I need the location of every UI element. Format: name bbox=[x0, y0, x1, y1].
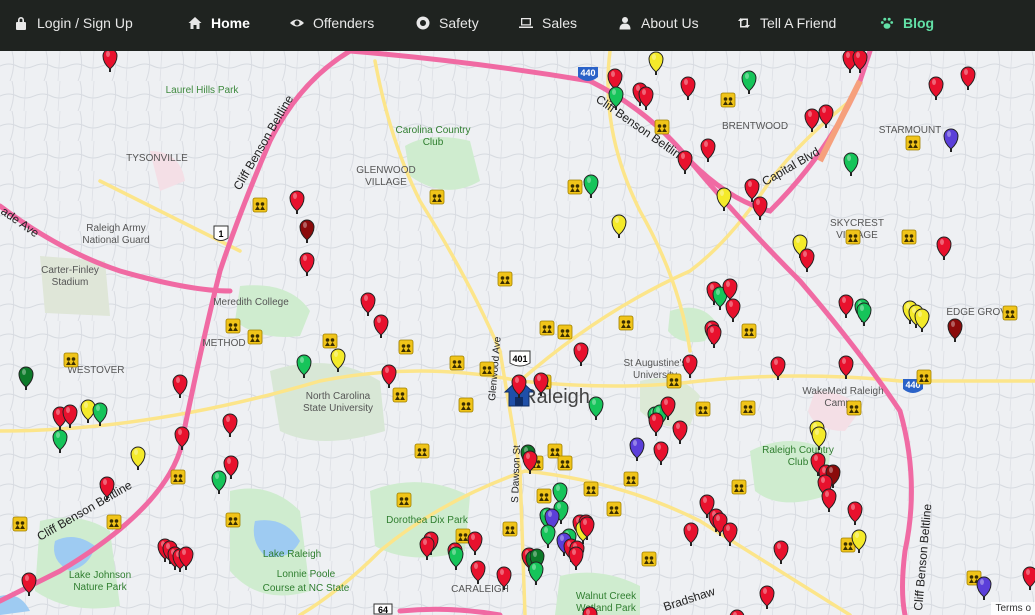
label-skycrest-1: SKYCREST bbox=[830, 218, 884, 229]
label-st-augustine-1: St Augustine's bbox=[623, 358, 686, 369]
nav-safety-label: Safety bbox=[439, 14, 479, 31]
label-carolina-club: Club bbox=[423, 137, 444, 148]
label-carolina-country: Carolina Country bbox=[395, 125, 470, 136]
label-brentwood: BRENTWOOD bbox=[722, 121, 788, 132]
nav-about-us-label: About Us bbox=[641, 14, 699, 31]
nav-blog-label: Blog bbox=[903, 14, 935, 31]
nav-tell-a-friend[interactable]: Tell A Friend bbox=[737, 0, 836, 45]
hwy-440-label-north: 440 bbox=[580, 68, 595, 78]
top-navbar: Login / Sign Up Home Offenders Safety Sa… bbox=[0, 0, 1035, 51]
nav-tell-a-friend-label: Tell A Friend bbox=[760, 14, 837, 31]
label-lonnie-poole-1: Lonnie Poole bbox=[277, 569, 336, 580]
nav-offenders[interactable]: Offenders bbox=[290, 0, 374, 45]
label-lake-johnson-1: Lake Johnson bbox=[69, 570, 131, 581]
nav-sales-label: Sales bbox=[542, 14, 578, 31]
life-ring-icon bbox=[416, 16, 430, 29]
nav-blog[interactable]: Blog bbox=[880, 0, 934, 45]
hwy-401-label: 401 bbox=[512, 354, 527, 364]
label-carter-finley: Carter-Finley bbox=[41, 265, 99, 276]
label-lake-raleigh: Lake Raleigh bbox=[263, 549, 321, 560]
label-ncsu-2: State University bbox=[303, 403, 373, 414]
nav-home-label: Home bbox=[211, 14, 250, 31]
retweet-icon bbox=[738, 17, 750, 28]
label-caraleigh: CARALEIGH bbox=[451, 584, 509, 595]
nav-safety[interactable]: Safety bbox=[416, 0, 479, 45]
hwy-1-label: 1 bbox=[218, 229, 223, 239]
label-tysonville: TYSONVILLE bbox=[126, 153, 188, 164]
label-walnut-creek-1: Walnut Creek bbox=[576, 591, 637, 602]
user-icon bbox=[619, 16, 631, 29]
label-raleigh-city: Raleigh bbox=[522, 386, 590, 408]
label-wakemed-1: WakeMed Raleigh bbox=[802, 386, 883, 397]
label-starmount: STARMOUNT bbox=[879, 125, 942, 136]
map-base[interactable]: 440 440 401 1 64 Laurel Hills Park TYSON… bbox=[0, 51, 1035, 615]
label-meredith-college: Meredith College bbox=[213, 297, 289, 308]
paw-icon bbox=[880, 17, 894, 29]
nav-offenders-label: Offenders bbox=[313, 14, 375, 31]
label-glenwood: GLENWOOD bbox=[356, 165, 415, 176]
label-raleigh-army: Raleigh Army bbox=[86, 223, 145, 234]
home-icon bbox=[188, 16, 202, 29]
label-stadium: Stadium bbox=[52, 277, 89, 288]
label-lake-johnson-2: Nature Park bbox=[73, 582, 127, 593]
nav-login-signup-label: Login / Sign Up bbox=[37, 14, 133, 31]
label-raleigh-country-2: Club bbox=[788, 457, 809, 468]
hwy-64-label: 64 bbox=[378, 605, 388, 615]
label-laurel-hills-park: Laurel Hills Park bbox=[166, 85, 240, 96]
nav-home[interactable]: Home bbox=[188, 0, 250, 45]
label-raleigh-country-1: Raleigh Country bbox=[762, 445, 834, 456]
label-dorothea-dix: Dorothea Dix Park bbox=[386, 515, 469, 526]
nav-about-us[interactable]: About Us bbox=[618, 0, 699, 45]
label-national-guard: National Guard bbox=[82, 235, 149, 246]
laptop-icon bbox=[519, 17, 533, 28]
lock-icon bbox=[16, 16, 26, 30]
label-glenwood-village: VILLAGE bbox=[365, 177, 407, 188]
label-lonnie-poole-2: Course at NC State bbox=[263, 583, 350, 594]
nav-sales[interactable]: Sales bbox=[519, 0, 577, 45]
nav-login-signup[interactable]: Login / Sign Up bbox=[14, 0, 133, 45]
map-terms-link[interactable]: Terms o bbox=[991, 602, 1035, 615]
label-ncsu-1: North Carolina bbox=[306, 391, 371, 402]
offender-map[interactable]: 440 440 401 1 64 Laurel Hills Park TYSON… bbox=[0, 51, 1035, 615]
eye-icon bbox=[290, 19, 304, 26]
label-method: METHOD bbox=[202, 338, 245, 349]
